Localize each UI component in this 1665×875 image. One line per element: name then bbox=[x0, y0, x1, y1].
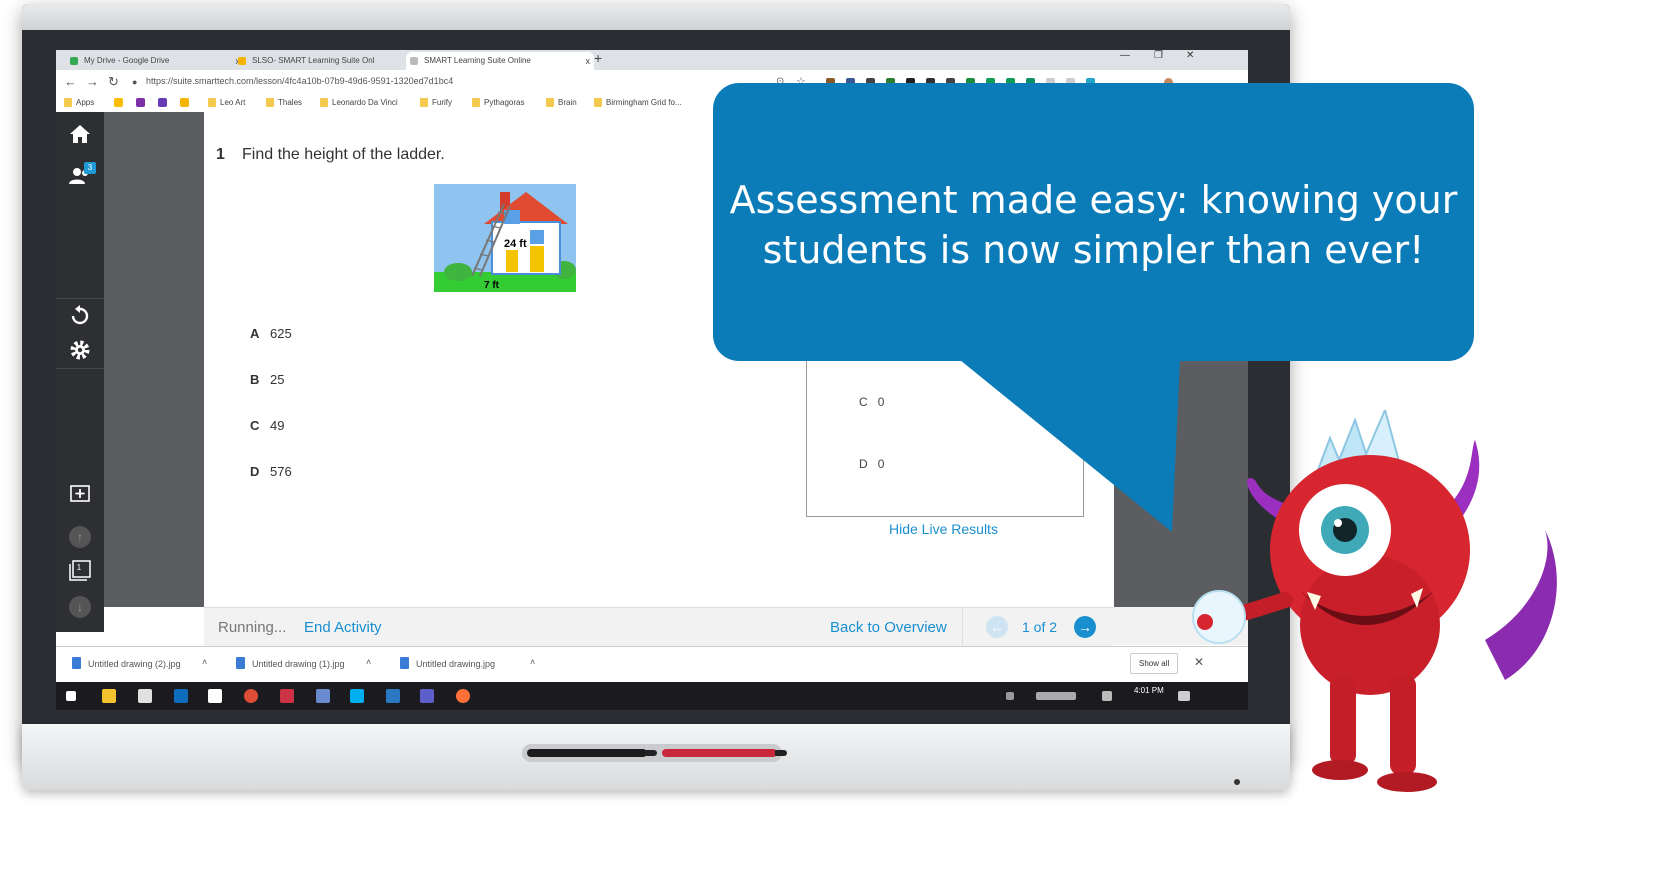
callout-text: Assessment made easy: knowing your stude… bbox=[713, 175, 1474, 275]
monster-mascot bbox=[1185, 406, 1565, 810]
callout-bubble: Assessment made easy: knowing your stude… bbox=[713, 83, 1474, 361]
callout-line-2: students is now simpler than ever! bbox=[762, 228, 1425, 272]
callout-line-1: Assessment made easy: knowing your bbox=[729, 178, 1458, 222]
